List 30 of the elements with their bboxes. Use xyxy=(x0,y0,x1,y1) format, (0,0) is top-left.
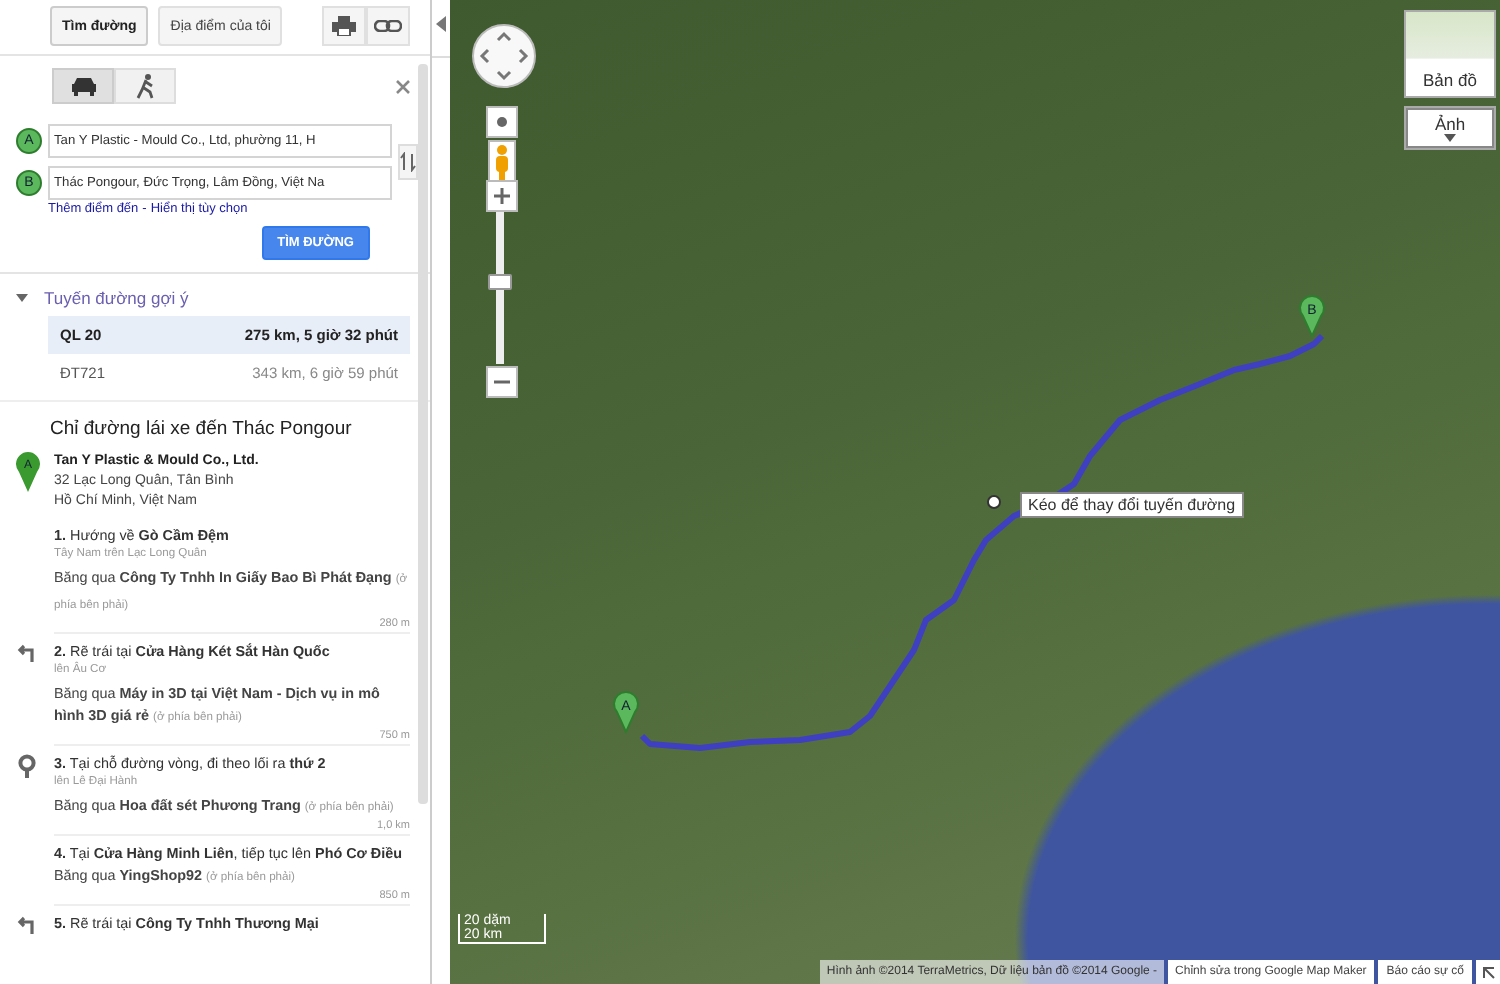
suggested-routes-title[interactable]: Tuyến đường gợi ý xyxy=(44,288,189,308)
expand-corner-icon[interactable] xyxy=(1476,960,1500,984)
swap-arrows-icon xyxy=(400,152,416,172)
collapse-triangle-icon[interactable] xyxy=(16,294,28,302)
turn-left-icon xyxy=(16,642,36,662)
route-tooltip: Kéo để thay đổi tuyến đường xyxy=(1020,492,1244,518)
map-type-button[interactable]: Bản đồ xyxy=(1404,10,1496,98)
close-icon[interactable] xyxy=(396,79,410,93)
swap-button[interactable] xyxy=(398,144,418,180)
walking-person-icon xyxy=(135,73,155,99)
chain-link-icon xyxy=(374,20,402,32)
caret-icon xyxy=(1444,134,1456,142)
directions-title: Chỉ đường lái xe đến Thác Pongour xyxy=(48,418,354,440)
roundabout-icon xyxy=(16,754,38,778)
scrollbar[interactable] xyxy=(418,64,428,804)
print-button[interactable] xyxy=(322,6,366,46)
map-type-button[interactable]: Ảnh xyxy=(1404,106,1496,150)
left-triangle-icon xyxy=(436,16,446,32)
car-mode-button[interactable] xyxy=(52,68,114,104)
zoom-out-button[interactable] xyxy=(486,366,518,398)
zoom-in-button[interactable] xyxy=(486,180,518,212)
dot-icon xyxy=(496,116,508,128)
drag-handle[interactable] xyxy=(987,495,1001,509)
printer-icon xyxy=(332,16,356,36)
plus-icon xyxy=(494,188,510,204)
link-button[interactable] xyxy=(366,6,410,46)
walk-mode-button[interactable] xyxy=(114,68,176,104)
turn-left-icon xyxy=(16,914,36,934)
locate-button[interactable] xyxy=(486,106,518,138)
car-icon xyxy=(69,76,97,96)
